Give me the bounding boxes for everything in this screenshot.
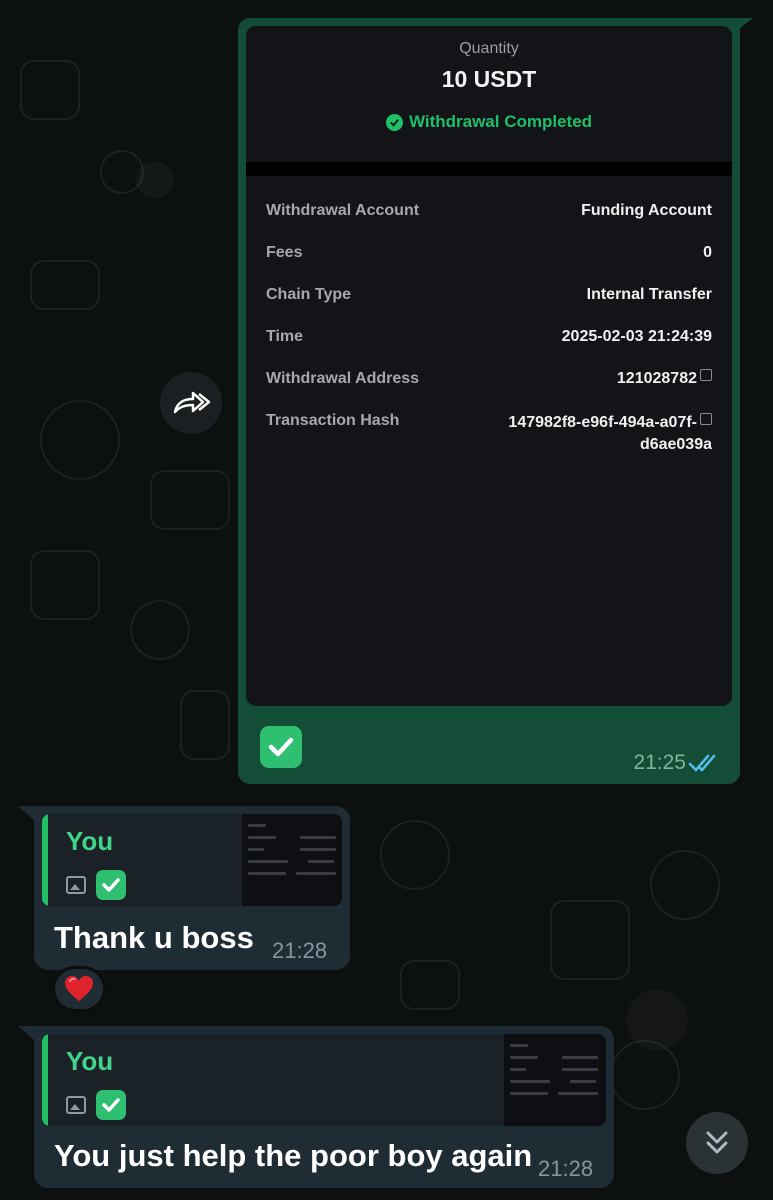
thumbnail-detail	[562, 1056, 598, 1059]
detail-value: Funding Account	[581, 202, 712, 219]
wallpaper-doodle	[20, 60, 80, 120]
scroll-to-bottom-button[interactable]	[686, 1112, 748, 1174]
detail-value: 147982f8-e96f-494a-a07f- d6ae039a	[508, 412, 712, 456]
detail-row-transaction-hash: Transaction Hash 147982f8-e96f-494a-a07f…	[266, 412, 712, 456]
detail-label: Time	[266, 328, 304, 345]
wallpaper-doodle	[30, 550, 100, 620]
thumbnail-detail	[308, 860, 334, 863]
message-reaction[interactable]: ❤️	[52, 966, 106, 1012]
incoming-bubble-tail	[18, 1026, 34, 1040]
check-mark-emoji	[96, 1090, 126, 1120]
thumbnail-detail	[300, 848, 336, 851]
thumbnail-detail	[296, 872, 336, 875]
wallpaper-doodle	[40, 400, 120, 480]
thumbnail-detail	[248, 836, 276, 839]
message-text: You just help the poor boy again	[54, 1138, 533, 1173]
transfer-screenshot-image[interactable]: Quantity 10 USDT Withdrawal Completed Wi…	[246, 26, 732, 706]
check-circle-icon	[385, 113, 403, 131]
thumbnail-detail	[570, 1080, 596, 1083]
outgoing-message-bubble[interactable]: Quantity 10 USDT Withdrawal Completed Wi…	[238, 18, 740, 784]
wallpaper-doodle	[400, 960, 460, 1010]
detail-row-withdrawal-account: Withdrawal Account Funding Account	[266, 202, 712, 220]
wallpaper-doodle	[150, 470, 230, 530]
thumbnail-detail	[248, 824, 266, 827]
quote-accent-bar	[42, 814, 48, 906]
quantity-label: Quantity	[459, 40, 519, 57]
wallpaper-doodle	[130, 600, 190, 660]
quoted-thumbnail	[242, 814, 342, 906]
wallpaper-doodle	[650, 850, 720, 920]
thumbnail-detail	[510, 1044, 528, 1047]
message-text: Thank u boss	[54, 920, 254, 955]
thumbnail-detail	[248, 860, 288, 863]
withdrawal-status-text: Withdrawal Completed	[408, 112, 593, 131]
transaction-hash-line-1: 147982f8-e96f-494a-a07f-	[508, 414, 697, 431]
withdrawal-address-value: 121028782	[616, 370, 697, 387]
detail-row-time: Time 2025-02-03 21:24:39	[266, 328, 712, 346]
transfer-amount: 10 USDT	[441, 66, 537, 92]
thumbnail-detail	[510, 1080, 550, 1083]
quote-accent-bar	[42, 1034, 48, 1126]
message-time: 21:28	[272, 938, 328, 963]
check-mark-emoji	[260, 726, 302, 768]
thumbnail-detail	[510, 1092, 548, 1095]
quoted-author: You	[66, 1046, 114, 1076]
detail-row-withdrawal-address: Withdrawal Address 121028782	[266, 369, 712, 388]
detail-label: Transaction Hash	[266, 412, 400, 429]
forward-icon	[173, 391, 211, 414]
chevron-double-down-icon	[706, 1131, 728, 1154]
detail-value: 2025-02-03 21:24:39	[561, 328, 712, 345]
forward-button[interactable]	[160, 372, 222, 434]
wallpaper-doodle	[550, 900, 630, 980]
check-mark-icon	[102, 1098, 120, 1112]
detail-value: Internal Transfer	[586, 286, 712, 303]
thumbnail-detail	[562, 1068, 598, 1071]
section-divider	[246, 162, 732, 176]
quoted-message[interactable]: You	[42, 1034, 606, 1126]
incoming-message-bubble[interactable]: You You just help the poor boy again 21:…	[34, 1026, 614, 1188]
thumbnail-detail	[248, 872, 286, 875]
double-check-icon	[688, 754, 716, 772]
wallpaper-doodle	[100, 150, 144, 194]
detail-label: Chain Type	[266, 286, 352, 303]
detail-value: 0	[703, 244, 712, 261]
detail-label: Fees	[266, 244, 303, 261]
quoted-preview	[66, 1090, 126, 1120]
wallpaper-doodle	[610, 1040, 680, 1110]
thumbnail-detail	[300, 836, 336, 839]
wallpaper-doodle	[30, 260, 100, 310]
thumbnail-detail	[510, 1068, 526, 1071]
copy-icon	[700, 369, 712, 381]
quoted-thumbnail	[504, 1034, 606, 1126]
photo-icon	[66, 1096, 86, 1114]
incoming-bubble-tail	[18, 806, 34, 820]
photo-icon	[66, 876, 86, 894]
incoming-message-bubble[interactable]: You Thank u boss 21:28	[34, 806, 350, 970]
thumbnail-detail	[558, 1092, 598, 1095]
check-mark-emoji	[96, 870, 126, 900]
heart-icon	[65, 976, 93, 1001]
quoted-preview	[66, 870, 126, 900]
detail-label: Withdrawal Account	[266, 202, 420, 219]
check-mark-icon	[268, 737, 294, 757]
detail-value: 121028782	[616, 369, 712, 388]
message-time: 21:25	[633, 751, 686, 774]
check-mark-icon	[102, 878, 120, 892]
withdrawal-status: Withdrawal Completed	[246, 112, 732, 132]
detail-row-chain-type: Chain Type Internal Transfer	[266, 286, 712, 304]
wallpaper-doodle	[180, 690, 230, 760]
quoted-message[interactable]: You	[42, 814, 342, 906]
copy-icon	[700, 413, 712, 425]
thumbnail-detail	[510, 1056, 538, 1059]
thumbnail-detail	[248, 848, 264, 851]
detail-label: Withdrawal Address	[266, 370, 420, 387]
wallpaper-doodle	[380, 820, 450, 890]
message-time: 21:28	[538, 1156, 594, 1181]
transaction-hash-line-2: d6ae039a	[639, 436, 712, 453]
quoted-author: You	[66, 826, 114, 856]
detail-row-fees: Fees 0	[266, 244, 712, 262]
